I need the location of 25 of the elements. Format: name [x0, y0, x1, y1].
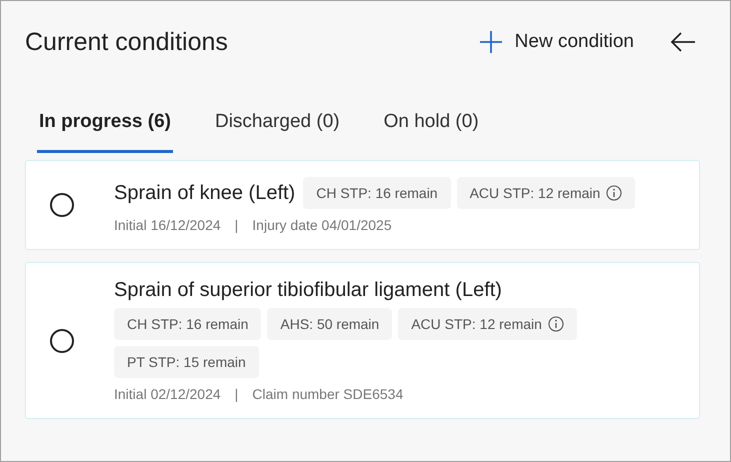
tab[interactable]: On hold (0)	[382, 99, 481, 153]
tab[interactable]: In progress (6)	[37, 99, 173, 153]
back-arrow-icon[interactable]	[670, 31, 696, 53]
remaining-chip: CH STP: 16 remain	[303, 177, 451, 209]
separator: |	[234, 217, 238, 233]
condition-title: Sprain of superior tibiofibular ligament (Left)	[114, 279, 502, 302]
remaining-chip: AHS: 50 remain	[267, 308, 392, 340]
remaining-chip: CH STP: 16 remain	[114, 308, 262, 340]
remaining-chip: PT STP: 15 remain	[114, 346, 259, 378]
new-condition-button[interactable]: New condition	[478, 30, 634, 54]
remaining-chip: ACU STP: 12 remain	[398, 308, 577, 340]
radio-button[interactable]	[50, 193, 74, 217]
page-title: Current conditions	[25, 28, 229, 56]
initial-date: Initial 16/12/2024	[114, 217, 221, 233]
remaining-chip: ACU STP: 12 remain	[456, 177, 636, 209]
condition-title: Sprain of knee (Left)	[114, 182, 296, 204]
radio-button[interactable]	[50, 328, 74, 352]
separator: |	[234, 386, 238, 402]
condition-detail: Injury date 04/01/2025	[252, 217, 392, 233]
initial-date: Initial 02/12/2024	[114, 386, 221, 402]
info-icon[interactable]	[548, 316, 564, 332]
plus-icon	[478, 30, 503, 54]
condition-detail: Claim number SDE6534	[252, 386, 404, 402]
tab[interactable]: Discharged (0)	[212, 99, 342, 153]
info-icon[interactable]	[606, 185, 622, 201]
